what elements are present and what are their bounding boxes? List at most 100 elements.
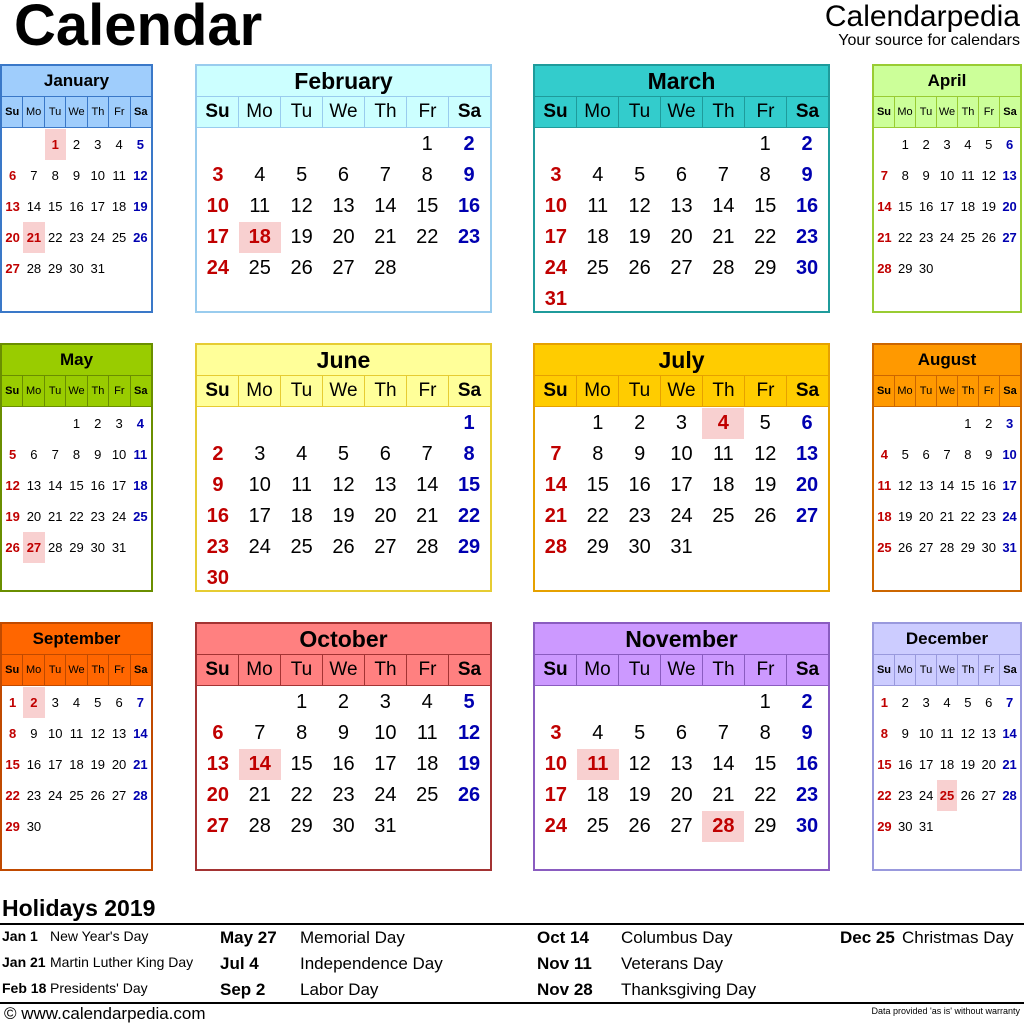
- day-cell[interactable]: 24: [87, 222, 108, 253]
- day-cell[interactable]: 12: [957, 718, 978, 749]
- day-cell[interactable]: 26: [2, 532, 23, 563]
- day-cell[interactable]: 8: [744, 718, 786, 749]
- day-cell[interactable]: 7: [535, 439, 577, 470]
- day-cell[interactable]: 12: [744, 439, 786, 470]
- day-cell[interactable]: 7: [364, 160, 406, 191]
- day-cell[interactable]: 24: [937, 222, 958, 253]
- day-cell[interactable]: 11: [577, 191, 619, 222]
- day-cell[interactable]: 17: [661, 470, 703, 501]
- day-cell[interactable]: 22: [895, 222, 916, 253]
- day-cell[interactable]: 4: [130, 408, 151, 439]
- day-cell[interactable]: 17: [108, 470, 129, 501]
- day-cell[interactable]: 2: [87, 408, 108, 439]
- day-cell[interactable]: 9: [786, 160, 828, 191]
- day-cell[interactable]: 10: [197, 191, 239, 222]
- day-cell[interactable]: 27: [916, 532, 937, 563]
- day-cell[interactable]: 14: [702, 191, 744, 222]
- day-cell[interactable]: 11: [702, 439, 744, 470]
- day-cell[interactable]: 29: [45, 253, 66, 284]
- day-cell[interactable]: 21: [999, 749, 1020, 780]
- day-cell[interactable]: 13: [916, 470, 937, 501]
- day-cell[interactable]: 28: [45, 532, 66, 563]
- day-cell[interactable]: 3: [535, 718, 577, 749]
- day-cell[interactable]: 13: [999, 160, 1020, 191]
- day-cell[interactable]: 6: [323, 160, 365, 191]
- day-cell[interactable]: 9: [895, 718, 916, 749]
- day-cell[interactable]: 30: [978, 532, 999, 563]
- day-cell[interactable]: 17: [937, 191, 958, 222]
- holiday-day-cell[interactable]: 11: [576, 749, 619, 780]
- day-cell[interactable]: 29: [744, 811, 786, 842]
- day-cell[interactable]: 11: [239, 191, 281, 222]
- day-cell[interactable]: 5: [87, 687, 108, 718]
- day-cell[interactable]: 26: [87, 780, 108, 811]
- day-cell[interactable]: 12: [619, 191, 661, 222]
- day-cell[interactable]: 13: [661, 191, 703, 222]
- day-cell[interactable]: 16: [978, 470, 999, 501]
- day-cell[interactable]: 27: [999, 222, 1020, 253]
- day-cell[interactable]: 16: [786, 749, 828, 780]
- day-cell[interactable]: 9: [87, 439, 108, 470]
- holiday-day-cell[interactable]: 21: [23, 222, 45, 253]
- day-cell[interactable]: 12: [130, 160, 151, 191]
- day-cell[interactable]: 10: [364, 718, 406, 749]
- day-cell[interactable]: 27: [661, 253, 703, 284]
- day-cell[interactable]: 5: [744, 408, 786, 439]
- day-cell[interactable]: 21: [535, 501, 577, 532]
- day-cell[interactable]: 24: [916, 780, 937, 811]
- day-cell[interactable]: 19: [744, 470, 786, 501]
- day-cell[interactable]: 13: [978, 718, 999, 749]
- day-cell[interactable]: 30: [323, 811, 365, 842]
- day-cell[interactable]: 16: [786, 191, 828, 222]
- day-cell[interactable]: 23: [197, 532, 239, 563]
- day-cell[interactable]: 21: [702, 222, 744, 253]
- day-cell[interactable]: 26: [323, 532, 365, 563]
- day-cell[interactable]: 3: [87, 129, 108, 160]
- day-cell[interactable]: 19: [2, 501, 23, 532]
- day-cell[interactable]: 12: [2, 470, 23, 501]
- day-cell[interactable]: 14: [702, 749, 744, 780]
- day-cell[interactable]: 31: [87, 253, 108, 284]
- day-cell[interactable]: 29: [577, 532, 619, 563]
- holiday-day-cell[interactable]: 18: [238, 222, 281, 253]
- day-cell[interactable]: 18: [702, 470, 744, 501]
- day-cell[interactable]: 5: [978, 129, 999, 160]
- holiday-day-cell[interactable]: 2: [23, 687, 45, 718]
- day-cell[interactable]: 10: [999, 439, 1020, 470]
- day-cell[interactable]: 31: [999, 532, 1020, 563]
- day-cell[interactable]: 29: [66, 532, 87, 563]
- day-cell[interactable]: 3: [535, 160, 577, 191]
- day-cell[interactable]: 23: [786, 780, 828, 811]
- day-cell[interactable]: 21: [364, 222, 406, 253]
- day-cell[interactable]: 2: [786, 129, 828, 160]
- day-cell[interactable]: 8: [577, 439, 619, 470]
- day-cell[interactable]: 21: [937, 501, 958, 532]
- day-cell[interactable]: 29: [448, 532, 490, 563]
- day-cell[interactable]: 9: [323, 718, 365, 749]
- day-cell[interactable]: 31: [364, 811, 406, 842]
- day-cell[interactable]: 19: [87, 749, 108, 780]
- day-cell[interactable]: 26: [957, 780, 978, 811]
- day-cell[interactable]: 7: [23, 160, 44, 191]
- day-cell[interactable]: 26: [448, 780, 490, 811]
- day-cell[interactable]: 20: [999, 191, 1020, 222]
- day-cell[interactable]: 30: [66, 253, 87, 284]
- day-cell[interactable]: 2: [619, 408, 661, 439]
- day-cell[interactable]: 17: [45, 749, 66, 780]
- day-cell[interactable]: 15: [957, 470, 978, 501]
- day-cell[interactable]: 23: [619, 501, 661, 532]
- day-cell[interactable]: 22: [281, 780, 323, 811]
- day-cell[interactable]: 12: [281, 191, 323, 222]
- day-cell[interactable]: 6: [661, 718, 703, 749]
- day-cell[interactable]: 23: [448, 222, 490, 253]
- holiday-day-cell[interactable]: 28: [702, 811, 745, 842]
- day-cell[interactable]: 3: [661, 408, 703, 439]
- day-cell[interactable]: 21: [874, 222, 895, 253]
- day-cell[interactable]: 30: [619, 532, 661, 563]
- day-cell[interactable]: 25: [874, 532, 895, 563]
- day-cell[interactable]: 22: [66, 501, 87, 532]
- day-cell[interactable]: 18: [108, 191, 129, 222]
- day-cell[interactable]: 24: [661, 501, 703, 532]
- day-cell[interactable]: 20: [2, 222, 23, 253]
- day-cell[interactable]: 19: [978, 191, 999, 222]
